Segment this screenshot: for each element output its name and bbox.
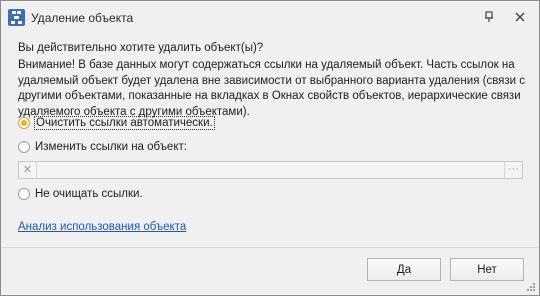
window-title: Удаление объекта	[31, 11, 134, 25]
browse-button[interactable]: ···	[504, 162, 522, 178]
delete-object-dialog: Удаление объекта Вы действительно хотите…	[0, 0, 540, 296]
radio-button[interactable]	[18, 141, 30, 153]
pin-icon[interactable]	[482, 10, 496, 24]
radio-button[interactable]	[18, 188, 30, 200]
option-clear-auto[interactable]: Очистить ссылки автоматически.	[18, 115, 215, 131]
no-button[interactable]: Нет	[450, 258, 524, 281]
yes-button[interactable]: Да	[367, 258, 441, 281]
close-icon[interactable]	[513, 10, 527, 24]
option-label: Изменить ссылки на объект:	[35, 141, 187, 153]
confirmation-question: Вы действительно хотите удалить объект(ы…	[18, 42, 264, 54]
resize-grip-icon[interactable]	[526, 282, 536, 292]
clear-icon[interactable]: ✕	[19, 162, 37, 178]
radio-button-selected[interactable]	[18, 117, 30, 129]
option-do-not-clear[interactable]: Не очищать ссылки.	[18, 186, 143, 202]
dialog-footer: Да Нет	[1, 248, 539, 295]
app-icon	[8, 9, 25, 26]
option-change-references[interactable]: Изменить ссылки на объект:	[18, 139, 187, 155]
option-label: Не очищать ссылки.	[35, 188, 143, 200]
object-reference-field[interactable]: ✕ ···	[18, 161, 523, 179]
usage-analysis-link[interactable]: Анализ использования объекта	[18, 221, 186, 233]
title-bar[interactable]: Удаление объекта	[1, 1, 539, 35]
warning-text: Внимание! В базе данных могут содержатьс…	[18, 59, 526, 118]
option-label: Очистить ссылки автоматически.	[34, 116, 215, 130]
dialog-content: Вы действительно хотите удалить объект(ы…	[1, 35, 539, 247]
